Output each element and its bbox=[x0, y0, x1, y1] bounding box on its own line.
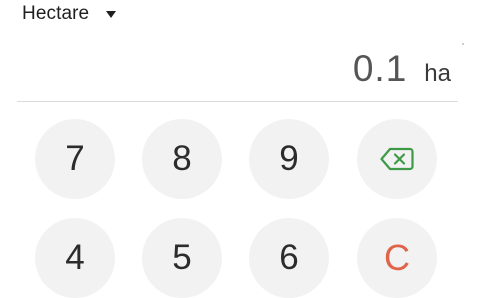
unit-selector[interactable]: Hectare bbox=[22, 3, 117, 25]
key-5[interactable]: 5 bbox=[142, 218, 222, 298]
key-8[interactable]: 8 bbox=[142, 119, 222, 199]
key-7[interactable]: 7 bbox=[35, 119, 115, 199]
key-6[interactable]: 6 bbox=[249, 218, 329, 298]
backspace-button[interactable] bbox=[357, 119, 437, 199]
key-4[interactable]: 4 bbox=[35, 218, 115, 298]
clear-button[interactable]: C bbox=[357, 218, 437, 298]
value-display: 0.1 ha bbox=[353, 48, 451, 90]
display-unit: ha bbox=[424, 60, 451, 87]
divider bbox=[17, 101, 458, 102]
unit-selector-label: Hectare bbox=[22, 3, 90, 24]
backspace-icon bbox=[380, 147, 414, 171]
key-9[interactable]: 9 bbox=[249, 119, 329, 199]
display-value: 0.1 bbox=[352, 48, 408, 89]
caret-down-icon bbox=[106, 11, 117, 18]
decorative-dot bbox=[462, 43, 464, 45]
